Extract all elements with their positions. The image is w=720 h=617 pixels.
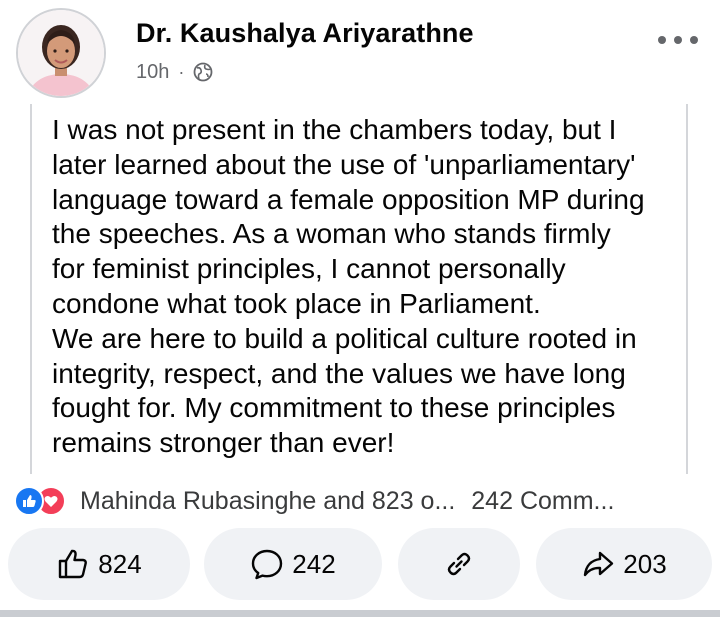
post-text-line: later learned about the use of 'unparlia… — [52, 148, 636, 180]
post-text-line: the speeches. As a woman who stands firm… — [52, 218, 611, 250]
feed-divider — [0, 610, 720, 617]
comments-count-link[interactable]: 242 Comm... — [471, 487, 614, 516]
author-name[interactable]: Dr. Kaushalya Ariyarathne — [136, 18, 474, 49]
reactions-summary[interactable]: Mahinda Rubasinghe and 823 o... 242 Comm… — [14, 484, 714, 518]
action-bar: 824 242 203 — [8, 528, 714, 600]
post-text-line: fought for. My commitment to these princ… — [52, 392, 616, 424]
like-button[interactable]: 824 — [8, 528, 190, 600]
reaction-icons — [14, 485, 74, 517]
like-count: 824 — [98, 548, 142, 579]
post-text-line: language toward a female opposition MP d… — [52, 183, 645, 215]
comment-icon — [252, 549, 283, 580]
like-reaction-icon — [14, 486, 44, 516]
post-text-line: condone what took place in Parliament. — [52, 287, 541, 319]
meta-separator: · — [178, 61, 185, 82]
more-options-icon[interactable] — [658, 30, 698, 50]
share-icon — [584, 551, 614, 577]
post-text-line: We are here to build a political culture… — [52, 322, 637, 354]
post-time[interactable]: 10h — [136, 61, 169, 84]
avatar-image — [18, 10, 104, 96]
comment-button[interactable]: 242 — [204, 528, 382, 600]
copy-link-button[interactable] — [398, 528, 520, 600]
post-text-line: for feminist principles, I cannot person… — [52, 253, 566, 285]
link-icon — [447, 552, 471, 576]
avatar[interactable] — [16, 8, 106, 98]
reaction-names[interactable]: Mahinda Rubasinghe and 823 o... — [80, 487, 455, 516]
share-count: 203 — [623, 548, 667, 579]
post-text-line: I was not present in the chambers today,… — [52, 114, 617, 145]
comment-count: 242 — [292, 548, 336, 579]
post-meta: 10h · — [136, 60, 213, 84]
post-text-line: integrity, respect, and the values we ha… — [52, 357, 626, 389]
post-text-line: remains stronger than ever! — [52, 427, 395, 459]
post-body[interactable]: I was not present in the chambers today,… — [30, 104, 688, 474]
thumbs-up-icon — [59, 549, 88, 579]
share-button[interactable]: 203 — [536, 528, 712, 600]
globe-icon[interactable] — [193, 62, 213, 82]
